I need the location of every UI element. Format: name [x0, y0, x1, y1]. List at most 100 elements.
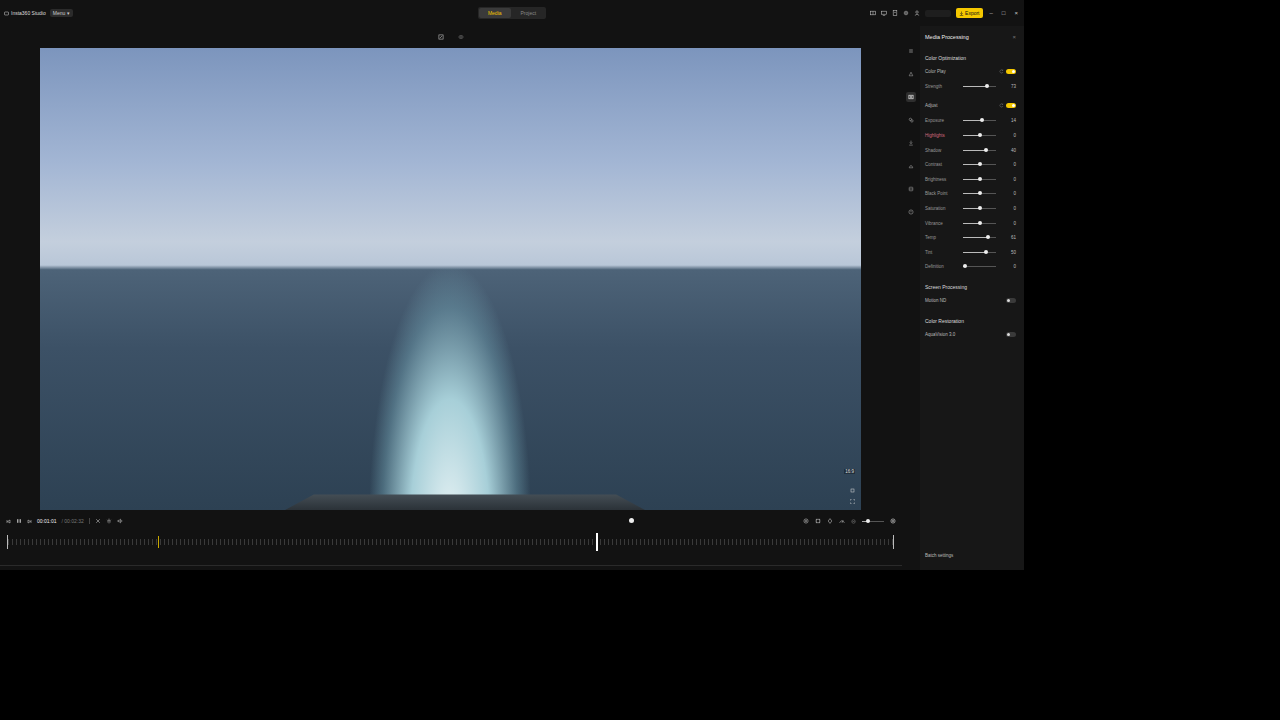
- pause-icon[interactable]: [16, 518, 22, 524]
- toggle-switch[interactable]: [1006, 69, 1016, 74]
- slider-knob[interactable]: [978, 162, 982, 166]
- keyframe-icon[interactable]: [827, 518, 833, 524]
- slider-value: 73: [996, 84, 1016, 89]
- slider-track[interactable]: [963, 179, 996, 180]
- slider-knob[interactable]: [985, 84, 989, 88]
- menu-button[interactable]: Menu ▾: [50, 9, 73, 17]
- close-button[interactable]: ×: [1012, 34, 1016, 40]
- compare-icon[interactable]: [458, 34, 464, 40]
- color-icon: [908, 94, 914, 100]
- media-processing-panel: Media Processing× Color OptimizationColor…: [920, 26, 1024, 570]
- aspect-ratio[interactable]: 16:9: [844, 469, 855, 474]
- side-tool[interactable]: [906, 184, 916, 194]
- side-tool[interactable]: [906, 46, 916, 56]
- slider-knob[interactable]: [978, 133, 982, 137]
- side-tool[interactable]: [906, 207, 916, 217]
- slider-track[interactable]: [963, 86, 996, 87]
- volume-icon[interactable]: [117, 518, 123, 524]
- settings-icon[interactable]: [903, 10, 909, 16]
- slider-track[interactable]: [963, 150, 996, 151]
- video-preview[interactable]: 16:9: [40, 48, 861, 510]
- slider-track[interactable]: [963, 164, 996, 165]
- slider-knob[interactable]: [978, 177, 982, 181]
- reset-icon[interactable]: [999, 69, 1004, 74]
- next-icon[interactable]: [27, 519, 32, 524]
- slider-value: 14: [996, 118, 1016, 123]
- speed-icon[interactable]: [839, 518, 845, 524]
- slider-fill: [963, 150, 986, 151]
- zoom-slider[interactable]: [862, 521, 884, 522]
- slider-label: Shadow: [925, 148, 960, 153]
- slider-track[interactable]: [963, 237, 996, 238]
- account-field[interactable]: [925, 10, 951, 17]
- slider-value: 0: [996, 206, 1016, 211]
- preview-tools: [850, 488, 855, 504]
- export-button[interactable]: Export: [956, 8, 982, 18]
- mode-tab[interactable]: Media: [479, 8, 511, 18]
- window-control[interactable]: □: [1000, 10, 1008, 16]
- playback-controls: 00:01:01/ 00:02:32: [0, 510, 902, 532]
- slider-value: 0: [996, 162, 1016, 167]
- snapshot-icon[interactable]: [803, 518, 809, 524]
- reset-icon[interactable]: [999, 103, 1004, 108]
- previous-icon[interactable]: [6, 519, 11, 524]
- side-tool[interactable]: [906, 69, 916, 79]
- slider-track[interactable]: [963, 193, 996, 194]
- panel-header: Media Processing×: [925, 32, 1016, 42]
- toggle-knob: [1007, 333, 1010, 336]
- frame-icon[interactable]: [815, 518, 821, 524]
- window-control[interactable]: –: [988, 10, 995, 16]
- slider-value: 0: [996, 264, 1016, 269]
- slider-knob[interactable]: [980, 118, 984, 122]
- edit-icon[interactable]: [438, 34, 444, 40]
- slider-track[interactable]: [963, 223, 996, 224]
- slider-track[interactable]: [963, 266, 996, 267]
- slider-fill: [963, 86, 987, 87]
- slider-knob[interactable]: [978, 191, 982, 195]
- crop-icon[interactable]: [850, 488, 855, 493]
- slider-label: Black Point: [925, 191, 960, 196]
- slider-knob[interactable]: [984, 250, 988, 254]
- monitor-icon[interactable]: [881, 10, 887, 16]
- slider-value: 0: [996, 177, 1016, 182]
- slider-track[interactable]: [963, 208, 996, 209]
- slider-knob[interactable]: [984, 148, 988, 152]
- slider-track[interactable]: [963, 252, 996, 253]
- slider-knob[interactable]: [963, 264, 967, 268]
- side-tool[interactable]: [906, 161, 916, 171]
- layout-icon[interactable]: [870, 10, 876, 16]
- mode-tab[interactable]: Project: [512, 8, 546, 18]
- zoom-out-icon[interactable]: [851, 519, 856, 524]
- side-tool[interactable]: [906, 92, 916, 102]
- slider-label: Exposure: [925, 118, 960, 123]
- file-icon[interactable]: [892, 10, 898, 16]
- zoom-in-icon[interactable]: [890, 518, 896, 524]
- timeline-track[interactable]: [7, 535, 894, 549]
- fullscreen-icon[interactable]: [850, 499, 855, 504]
- batch-settings-button[interactable]: Batch settings: [925, 553, 1016, 558]
- slider-label: Highlights: [925, 133, 960, 138]
- side-tool[interactable]: [906, 138, 916, 148]
- slider-label: Contrast: [925, 162, 960, 167]
- zoom-knob[interactable]: [866, 519, 870, 523]
- slider-row: Strength73: [925, 79, 1016, 94]
- toggle-switch[interactable]: [1006, 298, 1016, 303]
- panel-section: Color OptimizationColor PlayStrength73Ad…: [925, 53, 1016, 274]
- side-tool[interactable]: [906, 115, 916, 125]
- app-logo: Insta360 Studio: [4, 10, 46, 16]
- slider-track[interactable]: [963, 135, 996, 136]
- playhead[interactable]: [596, 533, 598, 551]
- window-control[interactable]: ×: [1012, 10, 1020, 16]
- slider-knob[interactable]: [978, 221, 982, 225]
- slider-row: Exposure 14: [925, 114, 1016, 129]
- toggle-switch[interactable]: [1006, 103, 1016, 108]
- trim-icon[interactable]: [95, 518, 101, 524]
- user-icon[interactable]: [914, 10, 920, 16]
- slider-knob[interactable]: [978, 206, 982, 210]
- toggle-switch[interactable]: [1006, 332, 1016, 337]
- slider-knob[interactable]: [986, 235, 990, 239]
- split-icon[interactable]: [106, 518, 112, 524]
- toggle-row: AquaVision 3.0: [925, 326, 1016, 342]
- center-dot[interactable]: [629, 518, 634, 523]
- slider-track[interactable]: [963, 120, 996, 121]
